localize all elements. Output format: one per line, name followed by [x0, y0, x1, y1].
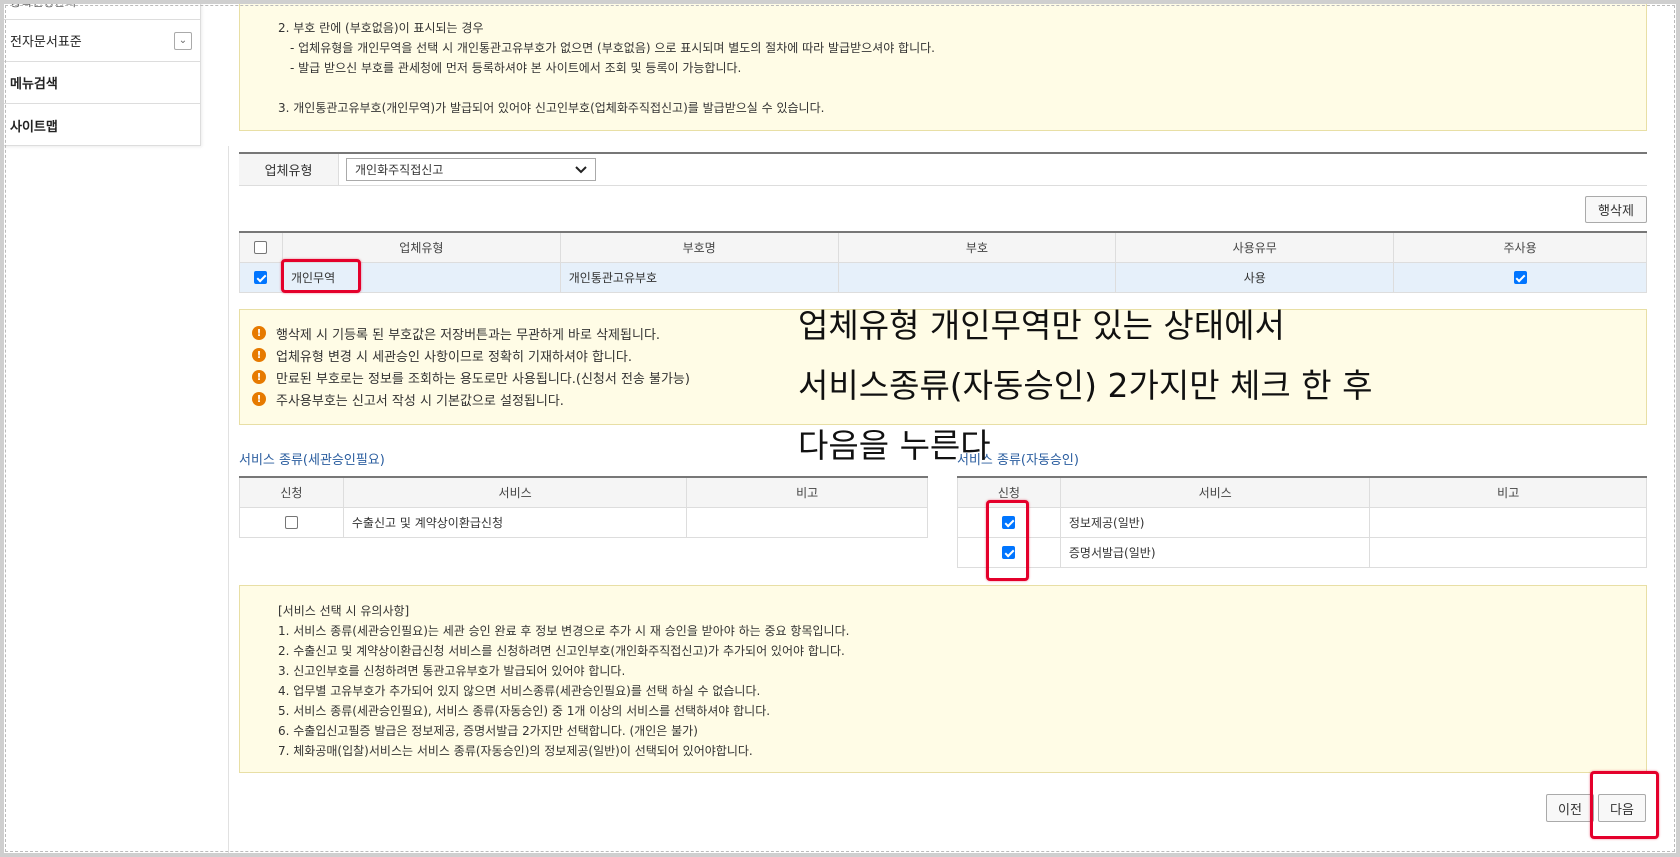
table-row[interactable]: 정보제공(일반)	[957, 506, 1647, 538]
notice-line: 7. 체화공매(입찰)서비스는 서비스 종류(자동승인)의 정보제공(일반)이 …	[278, 744, 753, 758]
column-header: 부호	[837, 231, 1117, 263]
next-button[interactable]: 다음	[1598, 794, 1646, 822]
sidebar-item-cut[interactable]: 등록신청관리	[0, 0, 200, 20]
cell-biz-type: 개인무역	[281, 261, 561, 293]
sidebar-item-label: 사이트맵	[10, 119, 58, 135]
table-row[interactable]: 수출신고 및 계약상이환급신청	[239, 506, 928, 538]
notice-line: - 업체유형을 개인무역을 선택 시 개인통관고유부호가 없으면 (부호없음) …	[290, 41, 935, 55]
warning-text: 만료된 부호로는 정보를 조회하는 용도로만 사용됩니다.(신청서 전송 불가능…	[276, 371, 690, 387]
service-auto-table: 신청 서비스 비고 정보제공(일반) 증명서발급(일반)	[957, 476, 1647, 568]
cell-service: 증명서발급(일반)	[1059, 536, 1371, 568]
prev-button[interactable]: 이전	[1546, 794, 1594, 822]
apply-cell[interactable]	[239, 506, 344, 538]
warning-text: 업체유형 변경 시 세관승인 사항이므로 정확히 기재하셔야 합니다.	[276, 349, 632, 365]
column-header: 비고	[686, 476, 928, 508]
sidebar-item-label: 전자문서표준	[10, 35, 82, 50]
service-customs-table: 신청 서비스 비고 수출신고 및 계약상이환급신청	[239, 476, 928, 538]
column-header: 주사용	[1393, 231, 1647, 263]
notice-line: 2. 수출신고 및 계약상이환급신청 서비스를 신청하려면 신고인부호(개인화주…	[278, 644, 845, 658]
sidebar-item-e-document-standard[interactable]: 전자문서표준 ⌄	[0, 20, 200, 62]
notice-line: 4. 업무별 고유부호가 추가되어 있지 않으면 서비스종류(세관승인필요)를 …	[278, 684, 761, 698]
column-header: 업체유형	[281, 231, 561, 263]
biz-type-row: 업체유형 개인화주직접신고	[239, 152, 1647, 186]
sidebar: 등록신청관리 전자문서표준 ⌄ 메뉴검색 사이트맵	[0, 0, 201, 146]
exclamation-icon: !	[252, 392, 266, 406]
sidebar-item-menu-search[interactable]: 메뉴검색	[0, 62, 200, 104]
content-divider	[228, 146, 229, 857]
notice-line: [서비스 선택 시 유의사항]	[278, 604, 410, 618]
cell-note	[1369, 506, 1647, 538]
column-header: 사용유무	[1115, 231, 1395, 263]
chevron-down-icon	[575, 163, 587, 177]
annotation-line: 다음을 누른다	[798, 426, 991, 465]
code-table: 업체유형 부호명 부호 사용유무 주사용 개인무역 개인통관고유부호 사용	[239, 231, 1647, 293]
column-header: 서비스	[342, 476, 688, 508]
apply-checkbox[interactable]	[284, 516, 298, 529]
table-row[interactable]: 증명서발급(일반)	[957, 536, 1647, 568]
table-row[interactable]: 개인무역 개인통관고유부호 사용	[239, 261, 1647, 293]
notice-line: 1. 서비스 종류(세관승인필요)는 세관 승인 완료 후 정보 변경으로 추가…	[278, 624, 850, 638]
table-header-row: 업체유형 부호명 부호 사용유무 주사용	[239, 231, 1647, 263]
select-all-checkbox[interactable]	[254, 241, 268, 255]
column-header: 신청	[957, 476, 1061, 508]
cell-code	[837, 261, 1117, 293]
apply-cell[interactable]	[957, 506, 1061, 538]
cell-service: 수출신고 및 계약상이환급신청	[342, 506, 688, 538]
exclamation-icon: !	[252, 326, 266, 340]
notice-line: 2. 부호 란에 (부호없음)이 표시되는 경우	[278, 21, 484, 35]
notice-line: 3. 개인통관고유부호(개인무역)가 발급되어 있어야 신고인부호(업체화주직접…	[278, 101, 825, 115]
main-use-checkbox[interactable]	[1513, 271, 1527, 284]
service-notice-box: [서비스 선택 시 유의사항] 1. 서비스 종류(세관승인필요)는 세관 승인…	[239, 585, 1647, 773]
column-header: 비고	[1369, 476, 1647, 508]
notice-spacer	[278, 78, 1608, 98]
table-header-row: 신청 서비스 비고	[239, 476, 928, 508]
cell-note	[686, 506, 928, 538]
biz-type-select[interactable]: 개인화주직접신고	[346, 158, 596, 181]
column-header: 부호명	[559, 231, 839, 263]
chevron-down-icon[interactable]: ⌄	[174, 31, 192, 50]
notice-line: 3. 신고인부호를 신청하려면 통관고유부호가 발급되어 있어야 합니다.	[278, 664, 626, 678]
table-header-row: 신청 서비스 비고	[957, 476, 1647, 508]
biz-type-selected: 개인화주직접신고	[355, 163, 444, 177]
notice-line: 5. 서비스 종류(세관승인필요), 서비스 종류(자동승인) 중 1개 이상의…	[278, 704, 771, 718]
row-checkbox[interactable]	[254, 271, 268, 284]
exclamation-icon: !	[252, 348, 266, 362]
biz-type-label: 업체유형	[239, 154, 339, 185]
exclamation-icon: !	[252, 370, 266, 384]
delete-row-button[interactable]: 행삭제	[1585, 196, 1647, 223]
section-title-customs: 서비스 종류(세관승인필요)	[239, 453, 385, 468]
sidebar-item-sitemap[interactable]: 사이트맵	[0, 104, 200, 146]
annotation-line: 서비스종류(자동승인) 2가지만 체크 한 후	[798, 366, 1373, 405]
apply-checkbox[interactable]	[1002, 546, 1016, 559]
cell-main-use[interactable]	[1393, 261, 1647, 293]
row-select-cell[interactable]	[239, 261, 283, 293]
notice-line: - 발급 받으신 부호를 관세청에 먼저 등록하셔야 본 사이트에서 조회 및 …	[290, 61, 742, 75]
top-notice-box: 2. 부호 란에 (부호없음)이 표시되는 경우 - 업체유형을 개인무역을 선…	[239, 0, 1647, 131]
cell-service: 정보제공(일반)	[1059, 506, 1371, 538]
annotation-text: 업체유형 개인무역만 있는 상태에서 서비스종류(자동승인) 2가지만 체크 한…	[798, 296, 1418, 476]
warning-text: 주사용부호는 신고서 작성 시 기본값으로 설정됩니다.	[276, 393, 564, 409]
apply-checkbox[interactable]	[1002, 516, 1016, 529]
notice-line: 6. 수출입신고필증 발급은 정보제공, 증명서발급 2가지만 선택합니다. (…	[278, 724, 698, 738]
column-header: 신청	[239, 476, 344, 508]
cell-note	[1369, 536, 1647, 568]
apply-cell[interactable]	[957, 536, 1061, 568]
warning-text: 행삭제 시 기등록 된 부호값은 저장버튼과는 무관하게 바로 삭제됩니다.	[276, 327, 661, 343]
sidebar-item-label: 메뉴검색	[10, 77, 58, 92]
column-header: 서비스	[1059, 476, 1371, 508]
header-select-all[interactable]	[239, 231, 283, 263]
cell-code-name: 개인통관고유부호	[559, 261, 839, 293]
annotation-line: 업체유형 개인무역만 있는 상태에서	[798, 306, 1285, 345]
cell-use: 사용	[1115, 261, 1395, 293]
